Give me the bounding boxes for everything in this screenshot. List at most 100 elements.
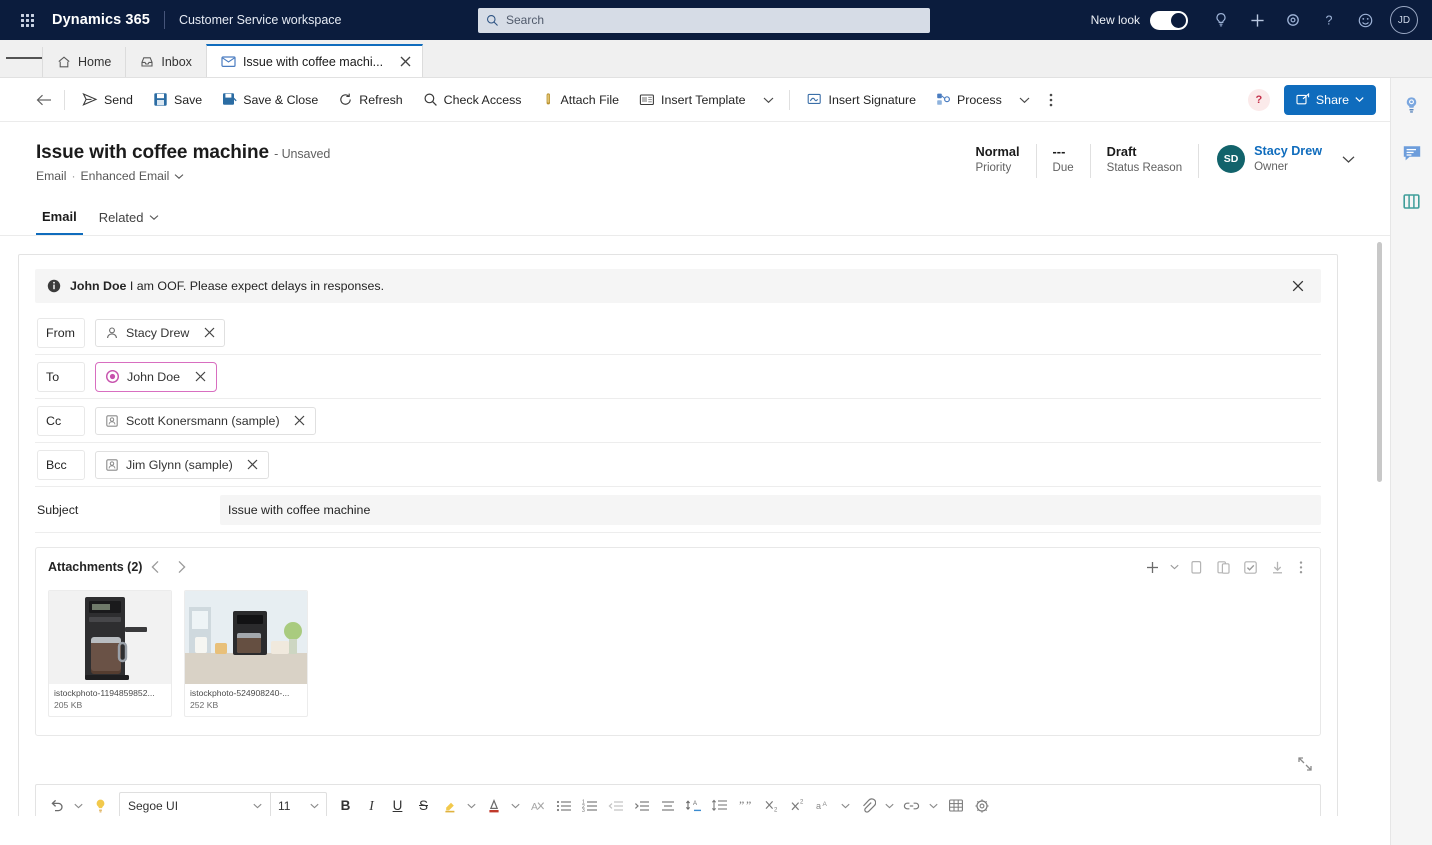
insights-lightbulb-icon[interactable] bbox=[1399, 92, 1425, 118]
highlight-icon[interactable] bbox=[437, 792, 462, 817]
add-attachment-caret-icon[interactable] bbox=[1167, 555, 1181, 579]
text-direction-icon[interactable]: aA bbox=[811, 792, 836, 817]
font-size-select[interactable]: 11 bbox=[270, 792, 326, 816]
question-icon[interactable]: ? bbox=[1312, 3, 1346, 37]
superscript-icon[interactable]: 2 bbox=[785, 792, 810, 817]
clear-formatting-icon[interactable]: A bbox=[525, 792, 550, 817]
form-scroll-area[interactable]: John Doe I am OOF. Please expect delays … bbox=[0, 236, 1390, 816]
editor-settings-icon[interactable] bbox=[969, 792, 994, 817]
chevron-down-icon[interactable] bbox=[174, 173, 184, 180]
header-field-status-reason[interactable]: Draft Status Reason bbox=[1091, 144, 1198, 174]
undo-caret-icon[interactable] bbox=[70, 792, 87, 817]
header-field-priority[interactable]: Normal Priority bbox=[959, 144, 1035, 174]
new-look-toggle[interactable] bbox=[1150, 10, 1188, 30]
header-expand-caret[interactable] bbox=[1336, 144, 1360, 174]
expand-icon[interactable] bbox=[1293, 752, 1317, 776]
form-selector[interactable]: Enhanced Email bbox=[81, 169, 170, 183]
help-badge[interactable]: ? bbox=[1247, 88, 1270, 111]
decrease-indent-icon[interactable] bbox=[603, 792, 628, 817]
header-field-due[interactable]: --- Due bbox=[1037, 144, 1090, 174]
user-avatar[interactable]: JD bbox=[1390, 6, 1418, 34]
chevron-left-icon[interactable] bbox=[142, 554, 168, 580]
select-all-icon[interactable] bbox=[1238, 555, 1262, 579]
link-icon[interactable] bbox=[899, 792, 924, 817]
italic-icon[interactable]: I bbox=[359, 792, 384, 817]
line-spacing-icon[interactable] bbox=[707, 792, 732, 817]
insert-template-caret[interactable] bbox=[757, 85, 781, 115]
insert-signature-button[interactable]: Insert Signature bbox=[798, 85, 925, 115]
search-input[interactable] bbox=[506, 13, 922, 27]
remove-recipient-icon[interactable] bbox=[191, 368, 209, 386]
refresh-button[interactable]: Refresh bbox=[329, 85, 411, 115]
process-caret[interactable] bbox=[1013, 85, 1037, 115]
attachment-item[interactable]: istockphoto-1194859852... 205 KB bbox=[48, 590, 172, 717]
attachments-more-options-icon[interactable] bbox=[1292, 555, 1310, 579]
undo-icon[interactable] bbox=[44, 792, 69, 817]
tab-related[interactable]: Related bbox=[93, 205, 165, 235]
font-family-value-wrap[interactable]: Segoe UI bbox=[120, 799, 270, 813]
session-tab-email[interactable]: Issue with coffee machi... bbox=[205, 44, 424, 77]
close-tab-icon[interactable] bbox=[396, 53, 414, 71]
copy-icon[interactable] bbox=[1184, 555, 1208, 579]
recipient-pill-bcc[interactable]: Jim Glynn (sample) bbox=[95, 450, 269, 479]
lightbulb-icon[interactable] bbox=[1204, 3, 1238, 37]
attach-caret-icon[interactable] bbox=[881, 792, 898, 817]
check-access-button[interactable]: Check Access bbox=[414, 85, 531, 115]
strikethrough-icon[interactable]: S bbox=[411, 792, 436, 817]
menu-hamburger-icon[interactable] bbox=[6, 39, 42, 77]
tab-email[interactable]: Email bbox=[36, 205, 83, 235]
owner-name[interactable]: Stacy Drew bbox=[1254, 144, 1322, 158]
remove-recipient-icon[interactable] bbox=[291, 412, 309, 430]
font-family-select[interactable]: Segoe UI 11 bbox=[119, 791, 327, 816]
gear-icon[interactable] bbox=[1276, 3, 1310, 37]
remove-recipient-icon[interactable] bbox=[200, 324, 218, 342]
numbered-list-icon[interactable]: 123 bbox=[577, 792, 602, 817]
brand-label[interactable]: Dynamics 365 bbox=[52, 12, 150, 28]
highlight-caret-icon[interactable] bbox=[463, 792, 480, 817]
table-icon[interactable] bbox=[943, 792, 968, 817]
app-name-label[interactable]: Customer Service workspace bbox=[179, 13, 342, 27]
smiley-icon[interactable] bbox=[1348, 3, 1382, 37]
subject-input[interactable] bbox=[220, 494, 1321, 525]
underline-icon[interactable]: U bbox=[385, 792, 410, 817]
vertical-scrollbar[interactable] bbox=[1377, 242, 1382, 482]
blockquote-icon[interactable]: ”” bbox=[733, 792, 758, 817]
recipient-pill-from[interactable]: Stacy Drew bbox=[95, 318, 226, 347]
link-caret-icon[interactable] bbox=[925, 792, 942, 817]
session-tab-home[interactable]: Home bbox=[42, 47, 126, 77]
font-color-icon[interactable] bbox=[481, 792, 506, 817]
notes-icon[interactable] bbox=[1399, 140, 1425, 166]
global-search[interactable] bbox=[478, 7, 930, 33]
back-arrow-icon[interactable] bbox=[32, 85, 56, 115]
send-button[interactable]: Send bbox=[73, 85, 142, 115]
text-direction-caret-icon[interactable] bbox=[837, 792, 854, 817]
command-more-options-icon[interactable] bbox=[1039, 85, 1063, 115]
paste-icon[interactable] bbox=[1211, 555, 1235, 579]
attachment-item[interactable]: istockphoto-524908240-... 252 KB bbox=[184, 590, 308, 717]
bold-icon[interactable]: B bbox=[333, 792, 358, 817]
chevron-right-icon[interactable] bbox=[168, 554, 194, 580]
session-tab-inbox[interactable]: Inbox bbox=[125, 47, 206, 77]
process-button[interactable]: Process bbox=[927, 85, 1011, 115]
increase-indent-icon[interactable] bbox=[629, 792, 654, 817]
attach-file-button[interactable]: Attach File bbox=[533, 85, 629, 115]
plus-icon[interactable] bbox=[1240, 3, 1274, 37]
knowledge-book-icon[interactable] bbox=[1399, 188, 1425, 214]
save-and-close-button[interactable]: Save & Close bbox=[213, 85, 327, 115]
bulleted-list-icon[interactable] bbox=[551, 792, 576, 817]
recipient-pill-cc[interactable]: Scott Konersmann (sample) bbox=[95, 406, 316, 435]
app-launcher-icon[interactable] bbox=[10, 0, 44, 40]
paragraph-spacing-icon[interactable]: A bbox=[681, 792, 706, 817]
ideas-lightbulb-icon[interactable] bbox=[88, 792, 113, 817]
align-icon[interactable] bbox=[655, 792, 680, 817]
download-icon[interactable] bbox=[1265, 555, 1289, 579]
remove-recipient-icon[interactable] bbox=[244, 456, 262, 474]
attach-icon[interactable] bbox=[855, 792, 880, 817]
save-button[interactable]: Save bbox=[144, 85, 211, 115]
share-button[interactable]: Share bbox=[1283, 84, 1376, 115]
add-attachment-icon[interactable] bbox=[1140, 555, 1164, 579]
insert-template-button[interactable]: Insert Template bbox=[630, 85, 754, 115]
header-field-owner[interactable]: SD Stacy Drew Owner bbox=[1199, 144, 1322, 173]
recipient-pill-to[interactable]: John Doe bbox=[95, 361, 218, 392]
close-notification-icon[interactable] bbox=[1287, 275, 1309, 297]
